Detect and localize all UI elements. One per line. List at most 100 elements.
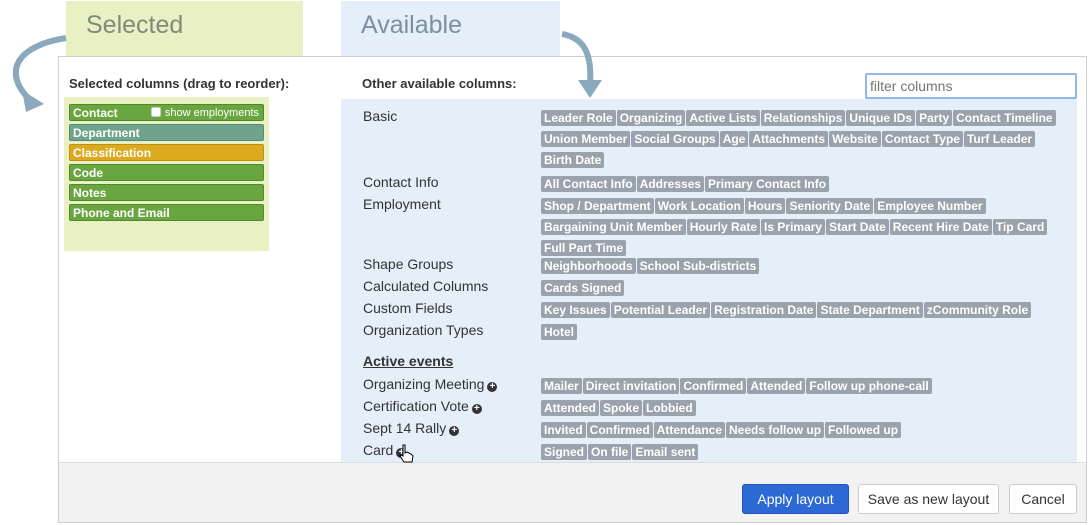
column-tag[interactable]: School Sub-districts bbox=[636, 258, 760, 274]
column-tag[interactable]: All Contact Info bbox=[541, 176, 636, 192]
column-tag[interactable]: Organizing bbox=[616, 110, 686, 126]
column-tag[interactable]: Age bbox=[719, 131, 749, 147]
filter-columns-input[interactable] bbox=[865, 73, 1077, 99]
column-tag-group: Key Issues Potential Leader Registration D… bbox=[541, 301, 1071, 322]
column-tag[interactable]: Attachments bbox=[749, 131, 829, 147]
column-tag[interactable]: Lobbied bbox=[643, 400, 696, 416]
column-tag[interactable]: Unique IDs bbox=[846, 110, 916, 126]
column-tag-group: Signed On file Email sent bbox=[541, 443, 1071, 464]
column-tag[interactable]: Active Lists bbox=[686, 110, 760, 126]
column-tag[interactable]: Follow up phone-call bbox=[806, 378, 932, 394]
column-tag[interactable]: Birth Date bbox=[541, 152, 605, 168]
column-tag[interactable]: Needs follow up bbox=[726, 422, 825, 438]
column-tag-group: Leader Role Organizing Active Lists Relatio… bbox=[541, 109, 1071, 172]
column-tag[interactable]: Hotel bbox=[541, 324, 577, 340]
selected-column-item[interactable]: Department bbox=[69, 124, 264, 141]
column-tag[interactable]: Registration Date bbox=[711, 302, 817, 318]
row-label-text: Certification Vote bbox=[363, 398, 469, 414]
column-tag[interactable]: zCommunity Role bbox=[923, 302, 1032, 318]
add-event-plus-icon[interactable]: + bbox=[449, 426, 460, 436]
column-tag[interactable]: Is Primary bbox=[761, 219, 826, 235]
column-tag[interactable]: Contact Type bbox=[881, 131, 963, 147]
column-tag[interactable]: Employee Number bbox=[874, 198, 986, 214]
column-tag-group: All Contact Info Addresses Primary Contact… bbox=[541, 175, 1071, 196]
column-tag[interactable]: Website bbox=[829, 131, 881, 147]
column-layout-dialog: Selected columns (drag to reorder): Cont… bbox=[58, 56, 1087, 523]
row-label-text: Custom Fields bbox=[363, 300, 453, 316]
row-label-text: Contact Info bbox=[363, 174, 439, 190]
column-group-label: Calculated Columns bbox=[363, 278, 488, 294]
selected-column-label: Contact bbox=[73, 106, 118, 120]
active-events-heading: Active events bbox=[363, 353, 454, 369]
column-tag[interactable]: Bargaining Unit Member bbox=[541, 219, 686, 235]
column-tag[interactable]: Attended bbox=[747, 378, 806, 394]
selected-column-label: Phone and Email bbox=[73, 206, 170, 220]
apply-layout-button[interactable]: Apply layout bbox=[742, 484, 849, 514]
row-label-text: Sept 14 Rally bbox=[363, 420, 447, 436]
row-label-text: Organizing Meeting bbox=[363, 376, 485, 392]
column-tag[interactable]: Hours bbox=[744, 198, 786, 214]
column-tag[interactable]: Neighborhoods bbox=[541, 258, 636, 274]
column-tag[interactable]: Cards Signed bbox=[541, 280, 625, 296]
show-employments-toggle[interactable]: show employments bbox=[150, 106, 259, 121]
save-as-new-layout-button[interactable]: Save as new layout bbox=[858, 484, 999, 514]
column-tag[interactable]: Tip Card bbox=[992, 219, 1048, 235]
row-label-text: Organization Types bbox=[363, 322, 484, 338]
column-tag[interactable]: Key Issues bbox=[541, 302, 610, 318]
column-tag[interactable]: State Department bbox=[817, 302, 923, 318]
column-tag[interactable]: Spoke bbox=[600, 400, 643, 416]
column-tag-group: Mailer Direct invitation Confirmed Attended… bbox=[541, 377, 1071, 398]
column-tag[interactable]: Confirmed bbox=[680, 378, 747, 394]
column-tag[interactable]: Start Date bbox=[826, 219, 889, 235]
selected-column-label: Notes bbox=[73, 186, 107, 200]
column-tag[interactable]: Primary Contact Info bbox=[705, 176, 830, 192]
column-tag[interactable]: Leader Role bbox=[541, 110, 616, 126]
column-tag[interactable]: Addresses bbox=[636, 176, 705, 192]
column-tag[interactable]: Potential Leader bbox=[610, 302, 711, 318]
column-tag[interactable]: Attended bbox=[541, 400, 599, 416]
column-group-label: Shape Groups bbox=[363, 256, 453, 272]
column-tag[interactable]: Signed bbox=[541, 444, 588, 460]
cancel-button[interactable]: Cancel bbox=[1009, 484, 1077, 514]
column-tag[interactable]: Social Groups bbox=[631, 131, 719, 147]
selected-column-item[interactable]: Contact show employments bbox=[69, 104, 264, 121]
column-tag[interactable]: Work Location bbox=[654, 198, 744, 214]
column-tag-group: Neighborhoods School Sub-districts bbox=[541, 257, 1071, 278]
selected-column-item[interactable]: Code bbox=[69, 164, 264, 181]
column-tag[interactable]: Mailer bbox=[541, 378, 582, 394]
column-group-label: Organization Types bbox=[363, 322, 483, 338]
column-tag[interactable]: Contact Timeline bbox=[953, 110, 1056, 126]
column-tag[interactable]: Attendance bbox=[653, 422, 726, 438]
column-tag[interactable]: Relationships bbox=[760, 110, 846, 126]
column-tag[interactable]: On file bbox=[588, 444, 632, 460]
event-label: Organizing Meeting + bbox=[363, 376, 498, 392]
column-tag[interactable]: Confirmed bbox=[586, 422, 653, 438]
column-tag[interactable]: Seniority Date bbox=[786, 198, 874, 214]
selected-column-item[interactable]: Phone and Email bbox=[69, 204, 264, 221]
column-tag-group: Attended Spoke Lobbied bbox=[541, 399, 1071, 420]
selected-columns-callout: Selected Columns bbox=[66, 1, 303, 87]
column-tag[interactable]: Recent Hire Date bbox=[889, 219, 992, 235]
show-employments-checkbox[interactable] bbox=[150, 107, 161, 117]
row-label-text: Calculated Columns bbox=[363, 278, 489, 294]
column-tag-group: Hotel bbox=[541, 323, 1071, 344]
add-event-plus-icon[interactable]: + bbox=[487, 382, 498, 392]
column-tag[interactable]: Turf Leader bbox=[963, 131, 1036, 147]
selected-column-item[interactable]: Classification bbox=[69, 144, 264, 161]
column-group-label: Basic bbox=[363, 108, 397, 124]
add-event-plus-icon[interactable]: + bbox=[471, 404, 482, 414]
column-tag-group: Cards Signed bbox=[541, 279, 1071, 300]
column-tag[interactable]: Email sent bbox=[632, 444, 699, 460]
selected-arrowhead bbox=[22, 90, 44, 112]
row-label-text: Employment bbox=[363, 196, 441, 212]
column-tag[interactable]: Shop / Department bbox=[541, 198, 654, 214]
column-tag[interactable]: Direct invitation bbox=[582, 378, 680, 394]
column-tag[interactable]: Full Part Time bbox=[541, 240, 627, 256]
selected-column-item[interactable]: Notes bbox=[69, 184, 264, 201]
column-tag[interactable]: Invited bbox=[541, 422, 586, 438]
column-tag[interactable]: Party bbox=[916, 110, 953, 126]
column-tag[interactable]: Hourly Rate bbox=[686, 219, 761, 235]
column-tag[interactable]: Followed up bbox=[825, 422, 902, 438]
selected-column-label: Department bbox=[73, 126, 140, 140]
column-tag[interactable]: Union Member bbox=[541, 131, 631, 147]
